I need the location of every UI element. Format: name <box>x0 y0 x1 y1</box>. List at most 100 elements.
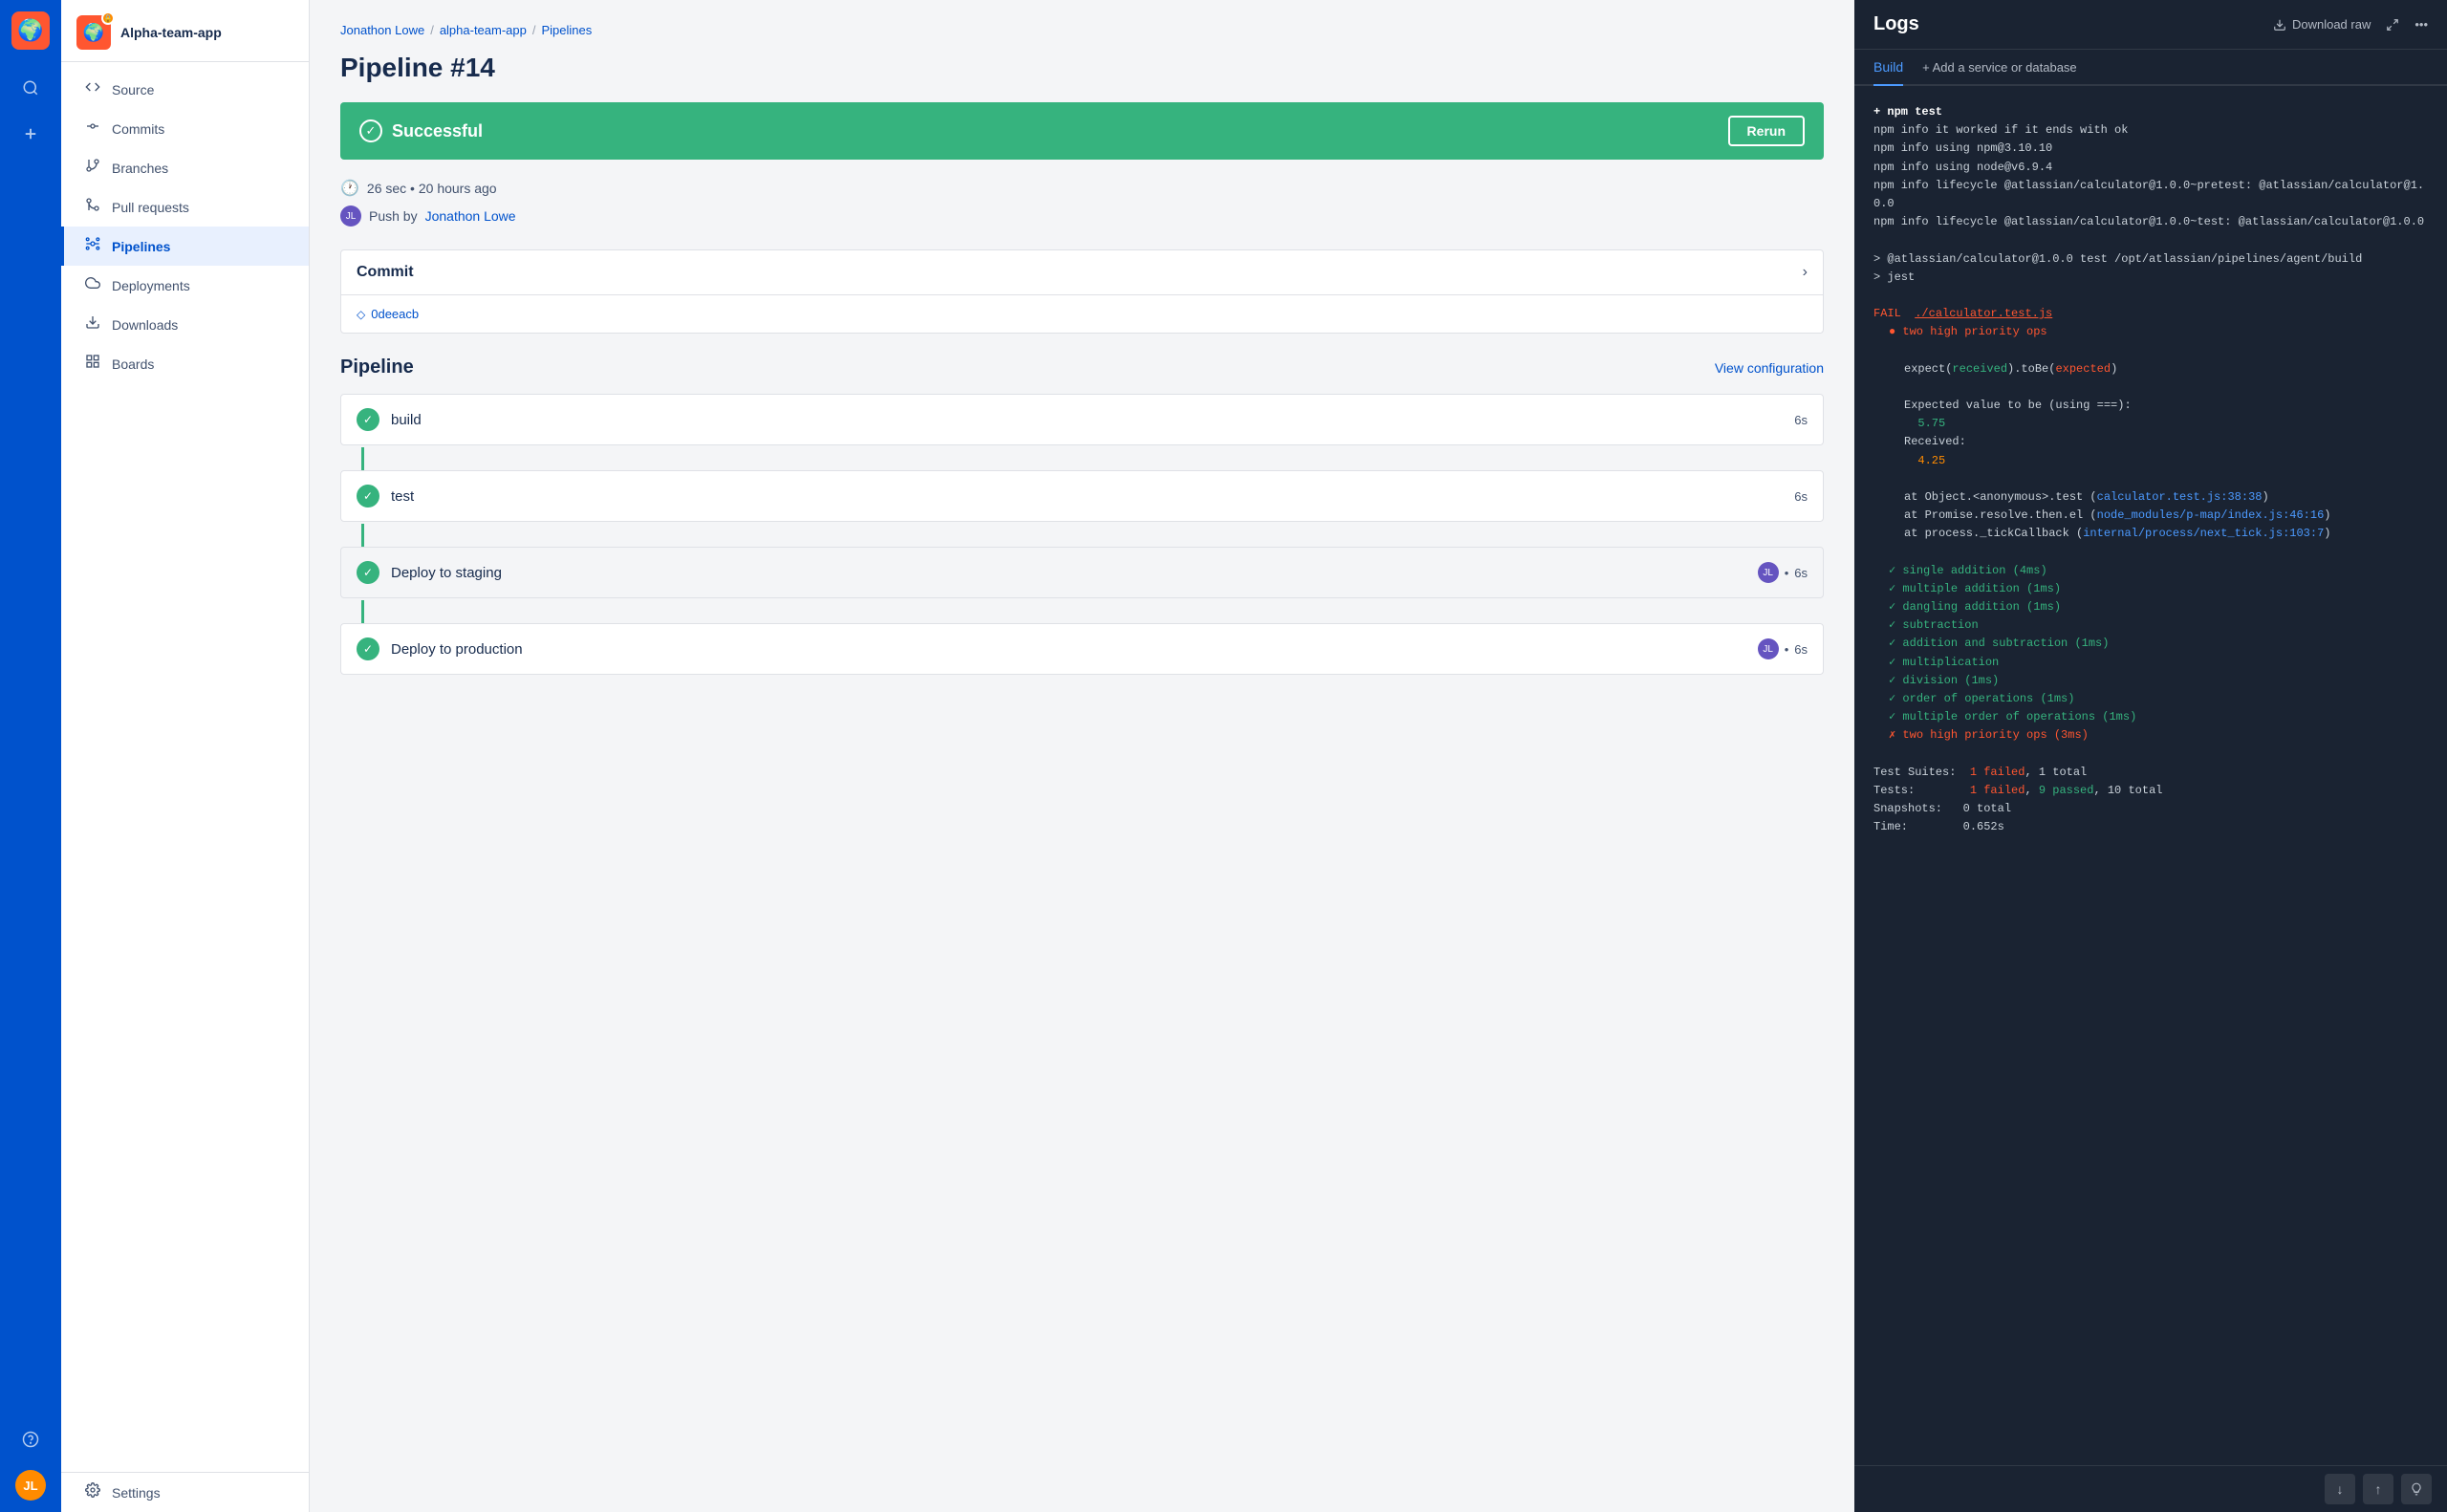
scroll-down-button[interactable]: ↓ <box>2325 1474 2355 1504</box>
log-line: ✓ order of operations (1ms) <box>1873 690 2428 708</box>
logs-content[interactable]: + npm test npm info it worked if it ends… <box>1854 86 2447 1465</box>
pipeline-step-deploy-staging[interactable]: ✓ Deploy to staging JL • 6s <box>340 547 1824 598</box>
log-line: npm info using node@v6.9.4 <box>1873 159 2428 177</box>
log-line: 5.75 <box>1873 415 2428 433</box>
commit-hash-icon: ◇ <box>357 308 365 321</box>
lightbulb-button[interactable] <box>2401 1474 2432 1504</box>
step-success-icon-deploy-staging: ✓ <box>357 561 379 584</box>
log-line: Received: <box>1873 433 2428 451</box>
log-line: at process._tickCallback (internal/proce… <box>1873 525 2428 543</box>
deployments-icon <box>83 275 102 295</box>
main-content: Jonathon Lowe / alpha-team-app / Pipelin… <box>310 0 1854 1512</box>
breadcrumb-sep-1: / <box>430 23 434 37</box>
breadcrumb-repo[interactable]: alpha-team-app <box>440 23 527 37</box>
log-line: Time: 0.652s <box>1873 818 2428 836</box>
log-line: Expected value to be (using ===): <box>1873 397 2428 415</box>
commit-hash-row: ◇ 0deeacb <box>341 294 1823 333</box>
step-time-test: 6s <box>1794 489 1808 504</box>
branches-icon <box>83 158 102 178</box>
log-line: Snapshots: 0 total <box>1873 800 2428 818</box>
author-avatar: JL <box>340 205 361 227</box>
rerun-button[interactable]: Rerun <box>1728 116 1805 146</box>
sidebar-item-commits[interactable]: Commits <box>61 109 309 148</box>
sidebar-item-deployments[interactable]: Deployments <box>61 266 309 305</box>
download-raw-label: Download raw <box>2292 17 2371 32</box>
download-raw-button[interactable]: Download raw <box>2273 17 2371 32</box>
commit-chevron-icon: › <box>1803 264 1808 281</box>
page-title: Pipeline #14 <box>340 53 1824 83</box>
search-button[interactable] <box>11 69 50 107</box>
log-line: ✓ subtraction <box>1873 616 2428 635</box>
log-line: at Object.<anonymous>.test (calculator.t… <box>1873 488 2428 507</box>
step-avatar-deploy-production: JL <box>1758 638 1779 659</box>
add-button[interactable] <box>11 115 50 153</box>
sidebar-item-downloads[interactable]: Downloads <box>61 305 309 344</box>
help-button[interactable] <box>11 1420 50 1458</box>
pipeline-step-deploy-production[interactable]: ✓ Deploy to production JL • 6s <box>340 623 1824 675</box>
push-by-text: Push by <box>369 208 418 224</box>
breadcrumb-section[interactable]: Pipelines <box>542 23 593 37</box>
repo-icon: 🌍 🔒 <box>76 15 111 50</box>
sidebar-item-pipelines[interactable]: Pipelines <box>61 227 309 266</box>
sidebar-item-commits-label: Commits <box>112 121 164 137</box>
settings-icon <box>83 1482 102 1502</box>
step-name-test: test <box>391 488 1783 505</box>
step-connector-3 <box>361 600 364 623</box>
log-line: npm info using npm@3.10.10 <box>1873 140 2428 158</box>
step-time-deploy-staging: 6s <box>1794 566 1808 580</box>
sidebar-item-pipelines-label: Pipelines <box>112 239 170 254</box>
step-avatar-deploy-staging: JL <box>1758 562 1779 583</box>
sidebar-item-downloads-label: Downloads <box>112 317 178 333</box>
app-logo[interactable]: 🌍 <box>11 11 50 50</box>
logs-tab-add-service[interactable]: + Add a service or database <box>1922 51 2077 86</box>
sidebar-header: 🌍 🔒 Alpha-team-app <box>61 0 309 62</box>
log-line: at Promise.resolve.then.el (node_modules… <box>1873 507 2428 525</box>
sidebar-item-pull-requests-label: Pull requests <box>112 200 189 215</box>
step-meta-test: 6s <box>1794 489 1808 504</box>
step-dot-staging: • <box>1785 566 1789 580</box>
pipeline-section-label: Pipeline <box>340 356 414 378</box>
step-time-deploy-production: 6s <box>1794 642 1808 657</box>
step-connector-1 <box>361 447 364 470</box>
step-success-icon-test: ✓ <box>357 485 379 508</box>
logo-icon: 🌍 <box>17 18 43 43</box>
logs-tab-build[interactable]: Build <box>1873 50 1903 86</box>
logs-tabs: Build + Add a service or database <box>1854 50 2447 86</box>
repo-name: Alpha-team-app <box>120 25 222 40</box>
breadcrumb: Jonathon Lowe / alpha-team-app / Pipelin… <box>340 23 1824 37</box>
step-connector-2 <box>361 524 364 547</box>
pull-requests-icon <box>83 197 102 217</box>
sidebar-item-boards-label: Boards <box>112 356 154 372</box>
log-line: Tests: 1 failed, 9 passed, 10 total <box>1873 782 2428 800</box>
more-options-button[interactable]: ••• <box>2415 17 2428 32</box>
author-link[interactable]: Jonathon Lowe <box>425 208 516 224</box>
clock-icon: 🕐 <box>340 179 359 198</box>
scroll-up-button[interactable]: ↑ <box>2363 1474 2393 1504</box>
logs-header: Logs Download raw ••• <box>1854 0 2447 50</box>
step-success-icon-deploy-production: ✓ <box>357 637 379 660</box>
pipeline-step-test[interactable]: ✓ test 6s <box>340 470 1824 522</box>
downloads-icon <box>83 314 102 335</box>
step-meta-deploy-production: JL • 6s <box>1758 638 1808 659</box>
commit-section-label: Commit <box>357 264 414 281</box>
far-left-nav: 🌍 JL <box>0 0 61 1512</box>
sidebar-item-settings[interactable]: Settings <box>61 1473 309 1512</box>
log-line: ✓ dangling addition (1ms) <box>1873 598 2428 616</box>
sidebar-item-branches[interactable]: Branches <box>61 148 309 187</box>
breadcrumb-user[interactable]: Jonathon Lowe <box>340 23 424 37</box>
step-dot-production: • <box>1785 642 1789 657</box>
log-line: > jest <box>1873 269 2428 287</box>
pipeline-step-build[interactable]: ✓ build 6s <box>340 394 1824 445</box>
log-line: 4.25 <box>1873 452 2428 470</box>
sidebar-item-source[interactable]: Source <box>61 70 309 109</box>
pipeline-section-header: Pipeline View configuration <box>340 356 1824 378</box>
commit-card-header[interactable]: Commit › <box>341 250 1823 294</box>
view-configuration-link[interactable]: View configuration <box>1715 360 1824 376</box>
commit-hash-link[interactable]: 0deeacb <box>371 307 419 321</box>
log-line: ✓ multiplication <box>1873 654 2428 672</box>
sidebar-item-pull-requests[interactable]: Pull requests <box>61 187 309 227</box>
expand-button[interactable] <box>2386 18 2399 32</box>
sidebar-item-boards[interactable]: Boards <box>61 344 309 383</box>
user-avatar[interactable]: JL <box>15 1470 46 1501</box>
commits-icon <box>83 119 102 139</box>
